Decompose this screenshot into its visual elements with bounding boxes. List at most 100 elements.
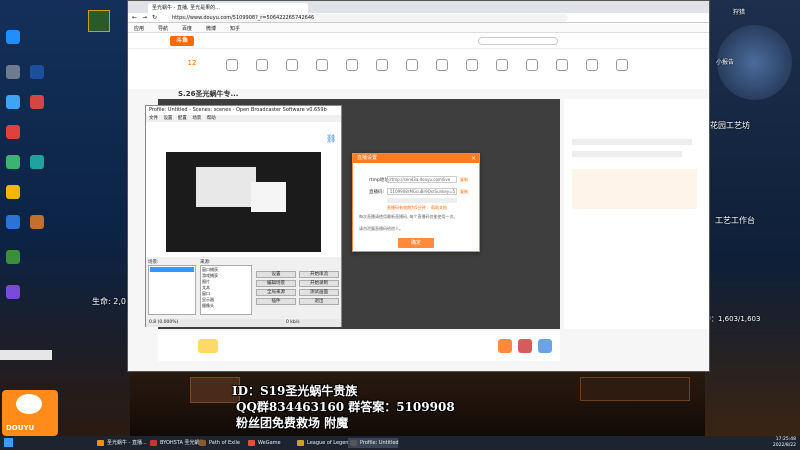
desktop-icon[interactable] [6,95,20,109]
overlay-id-line: ID：S19圣光蜗牛贵族 [232,384,358,398]
start-icon[interactable] [4,438,13,447]
obs-bitrate: 0 kb/s [286,320,300,325]
obs-menu-item[interactable]: 帮助 [207,116,216,121]
desktop-icon[interactable] [6,125,20,139]
global-sources-button[interactable]: 全局来源 [256,289,296,296]
taskbar-item[interactable]: Path of Exile [197,438,245,448]
site-logo[interactable]: 斗鱼 [170,36,194,46]
category-icon[interactable] [338,59,366,73]
desktop-icon[interactable] [6,250,20,264]
scenes-list[interactable] [148,265,196,315]
bookmark[interactable]: 百度 [182,25,192,32]
sources-list[interactable]: 窗口捕获 游戏捕获 图片 文本 窗口 显示器 摄像头 [200,265,252,315]
search-input[interactable] [478,37,558,45]
plugins-button[interactable]: 插件 [256,298,296,305]
category-icon[interactable] [398,59,426,73]
site-header: 斗鱼 [128,33,709,49]
desktop-icon[interactable] [30,155,44,169]
mini-window[interactable] [0,350,52,360]
obs-controls: 场景: 来源: 窗口捕获 游戏捕获 图片 文本 窗口 显示器 摄像头 设置 开始… [146,257,341,319]
back-icon[interactable]: ← [132,14,137,21]
obs-menu: 文件 设置 配置 场景 帮助 [146,115,216,122]
desktop-icon[interactable] [30,65,44,79]
game-label: 小报告 [716,59,735,66]
key-validity-link[interactable]: 直播码有效期为5分钟 [387,205,426,211]
browser-tab[interactable]: 圣光蜗牛 - 直播, 圣光是果的... [148,3,308,13]
close-icon[interactable]: × [471,155,476,162]
life-text: 生命: 2,0 [92,297,126,306]
desktop-icon[interactable] [30,215,44,229]
category-icon[interactable] [458,59,486,73]
taskbar-item[interactable]: WeGame [246,438,294,448]
obs-title: Profile: Untitled - Scenes: scenes - Ope… [146,106,341,115]
start-record-button[interactable]: 开始录制 [299,280,339,287]
desktop-left [0,0,130,436]
taskbar-item[interactable]: 圣光蜗牛 - 直播... [95,438,147,448]
forward-icon[interactable]: → [142,14,147,21]
gift-icon[interactable] [518,339,532,353]
dialog-note: 每次直播请使用最新直播码, 每个直播码仅能使用一次。 [359,214,458,219]
address-bar: ← → ↻ https://www.douyu.com/5109908?_r=5… [128,13,709,23]
copy-rtmp-link[interactable]: 复制 [460,177,468,183]
obs-link-icon[interactable]: ⛓ [326,134,336,143]
gift-bar [158,331,560,361]
category-icon[interactable] [608,59,636,73]
category-icon[interactable] [488,59,516,73]
gift-icon[interactable] [538,339,552,353]
category-icon[interactable] [248,59,276,73]
chat-panel [564,99,709,329]
fish-mascot-icon [16,394,42,414]
taskbar-clock[interactable]: 17:25:48 2022/8/22 [773,437,796,449]
taskbar-item[interactable]: Profile: Untitled [348,438,399,448]
source-item[interactable]: 摄像头 [202,303,250,309]
desktop-icon[interactable] [6,215,20,229]
obs-menu-item[interactable]: 场景 [192,116,201,121]
desktop-icon[interactable] [6,30,20,44]
taskbar-item[interactable]: BYOHSTA 圣光蜗牛 [148,438,204,448]
category-icon[interactable] [218,59,246,73]
obs-menu-item[interactable]: 配置 [178,116,187,121]
obs-canvas[interactable] [166,152,321,252]
category-icon[interactable] [368,59,396,73]
desktop-icon[interactable] [6,65,20,79]
desktop-icon[interactable] [6,155,20,169]
category-icon[interactable] [308,59,336,73]
bookmark[interactable]: 应用 [134,25,144,32]
confirm-button[interactable]: 确定 [398,238,434,248]
desktop-icon[interactable] [6,285,20,299]
category-bar: 12 [128,49,709,89]
reload-icon[interactable]: ↻ [152,14,157,21]
skill-bar [580,377,690,401]
obs-menu-item[interactable]: 设置 [163,116,172,121]
desktop-icon[interactable] [30,95,44,109]
gift-icon[interactable] [198,339,218,353]
bookmark[interactable]: 微博 [206,25,216,32]
start-stream-button[interactable]: 开始串流 [299,271,339,278]
exit-button[interactable]: 退出 [299,298,339,305]
stream-key-field[interactable]: 5109908rMGcuBr9OsrSunkey=5 [387,188,457,195]
category-icon[interactable] [518,59,546,73]
taskbar-item[interactable]: League of Legends [295,438,354,448]
category-icon[interactable] [548,59,576,73]
gift-icon[interactable] [498,339,512,353]
category-icon[interactable] [578,59,606,73]
copy-key-link[interactable]: 复制 [460,189,468,195]
settings-button[interactable]: 设置 [256,271,296,278]
rtmp-field[interactable]: rtmp://send3a.douyu.com/live [387,176,457,183]
obs-menu-item[interactable]: 文件 [149,116,158,121]
help-link[interactable]: 帮助文档 [431,205,447,211]
room-title: S.26圣光蜗牛专... [178,90,239,98]
obs-preview: ⛓ [146,122,341,257]
url-input[interactable]: https://www.douyu.com/5109908?_r=5064222… [168,14,568,22]
bookmark[interactable]: 知乎 [230,25,240,32]
taskbar: 圣光蜗牛 - 直播... BYOHSTA 圣光蜗牛 Path of Exile … [0,436,800,450]
bookmark[interactable]: 导航 [158,25,168,32]
selected-scene[interactable] [150,267,194,272]
category-icon[interactable] [278,59,306,73]
game-portrait [88,10,110,32]
category-icon[interactable] [428,59,456,73]
stream-settings-dialog: 直播设置 × rtmp地址: rtmp://send3a.douyu.com/l… [352,153,480,252]
edit-scene-button[interactable]: 编辑场景 [256,280,296,287]
preview-button[interactable]: 测试画面 [299,289,339,296]
desktop-icon[interactable] [6,185,20,199]
